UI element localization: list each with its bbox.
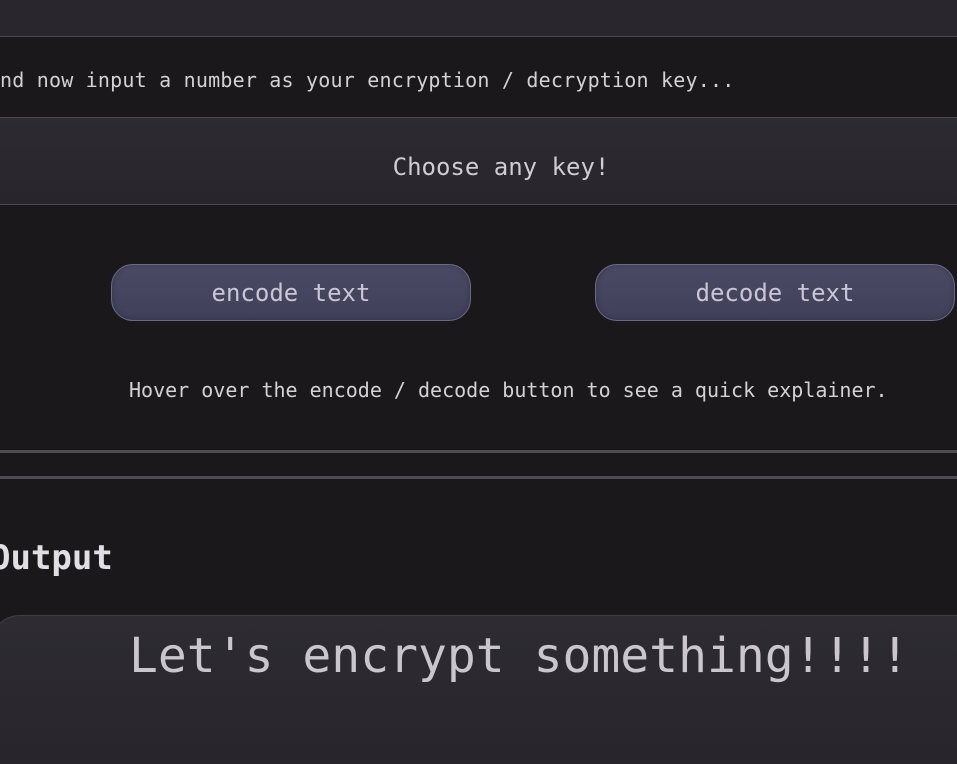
- decode-button[interactable]: decode text: [595, 264, 955, 321]
- section-divider: [0, 450, 957, 453]
- explainer-hint: Hover over the encode / decode button to…: [129, 378, 888, 402]
- output-text: Let's encrypt something!!!!: [129, 628, 910, 684]
- key-prompt-label: nd now input a number as your encryption…: [0, 68, 735, 92]
- text-input-box[interactable]: [0, 0, 957, 37]
- output-heading: Output: [0, 538, 113, 578]
- key-input[interactable]: [0, 117, 957, 205]
- section-divider: [0, 476, 957, 479]
- encode-button[interactable]: encode text: [111, 264, 471, 321]
